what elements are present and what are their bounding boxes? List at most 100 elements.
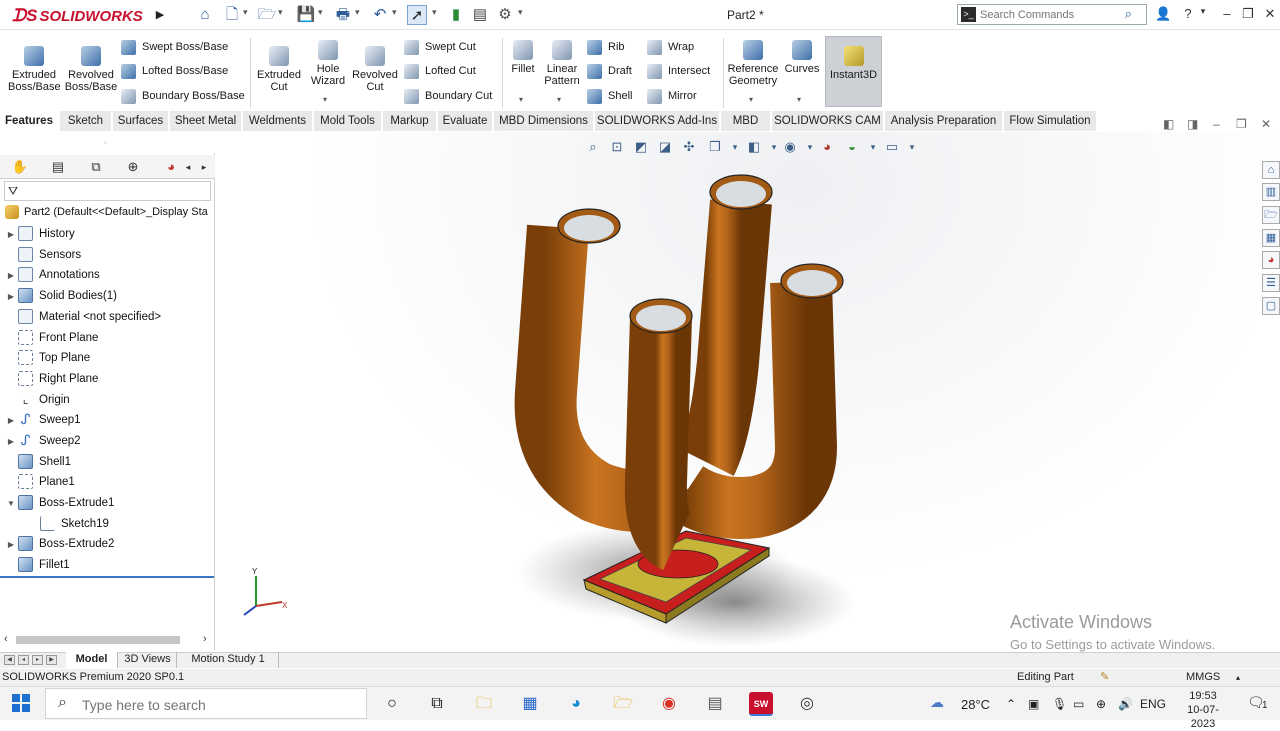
expand-arrow-icon[interactable]: ▶ xyxy=(4,266,18,285)
linear-pattern-button[interactable]: Linear Pattern xyxy=(541,40,583,87)
tree-horizontal-scrollbar[interactable]: ‹ › xyxy=(4,633,212,647)
lofted-cut-button[interactable]: Lofted Cut xyxy=(404,61,476,81)
tree-item-right-plane[interactable]: Right Plane xyxy=(4,370,98,389)
tree-item-annotations[interactable]: ▶ Annotations xyxy=(4,266,100,285)
view-settings-icon[interactable]: ▭ xyxy=(883,139,901,155)
hole-wizard-button[interactable]: Hole Wizard xyxy=(306,40,350,87)
tab-3d-views[interactable]: 3D Views xyxy=(119,652,177,668)
view-orientation-icon[interactable]: ❒ xyxy=(706,139,724,155)
section-view-icon[interactable]: ◪ xyxy=(656,139,674,155)
chevron-down-icon[interactable]: ▾ xyxy=(432,7,437,18)
taskbar-search-input[interactable] xyxy=(82,696,352,713)
tree-item-history[interactable]: ▶ History xyxy=(4,225,75,244)
folder-app-icon[interactable]: 🗁 xyxy=(611,692,635,716)
microsoft-store-icon[interactable]: ▦ xyxy=(518,692,542,716)
3d-model-view[interactable]: Y X xyxy=(216,132,1280,652)
temperature-label[interactable]: 28°C xyxy=(961,697,990,712)
extruded-cut-button[interactable]: Extruded Cut xyxy=(254,46,304,93)
tree-item-sweep1[interactable]: ▶ ᔑ Sweep1 xyxy=(4,411,81,430)
dynamic-annotation-icon[interactable]: ✣ xyxy=(680,139,698,155)
chevron-down-icon[interactable]: ▾ xyxy=(903,139,921,155)
dimxpert-manager-tab-icon[interactable]: ⊕ xyxy=(119,157,147,177)
restore-icon[interactable]: ❐ xyxy=(1240,6,1256,22)
edge-browser-icon[interactable]: ◕ xyxy=(564,692,588,716)
search-commands[interactable]: >_ ⌕ xyxy=(957,4,1147,25)
scroll-left-icon[interactable]: ‹ xyxy=(4,633,8,645)
zoom-to-area-icon[interactable]: ⊡ xyxy=(608,139,626,155)
tab-features[interactable]: Features xyxy=(0,111,59,131)
boundary-cut-button[interactable]: Boundary Cut xyxy=(404,86,492,106)
panel-grip-icon[interactable]: ◦ xyxy=(104,138,107,147)
design-library-icon[interactable]: ▥ xyxy=(1262,183,1280,201)
print-icon[interactable]: 🖶 xyxy=(333,5,353,25)
chevron-down-icon[interactable]: ▾ xyxy=(392,7,397,18)
extruded-boss-button[interactable]: Extruded Boss/Base xyxy=(8,46,61,93)
apply-scene-icon[interactable]: ◒ xyxy=(843,139,861,155)
display-style-icon[interactable]: ◧ xyxy=(745,139,763,155)
doc-restore-icon[interactable]: ❐ xyxy=(1236,117,1247,131)
hide-show-items-icon[interactable]: ◉ xyxy=(781,139,799,155)
chevron-up-icon[interactable]: ▴ xyxy=(1236,669,1240,686)
last-tab-icon[interactable]: ▶ xyxy=(46,655,57,665)
next-tab-icon[interactable]: ▸ xyxy=(32,655,43,665)
new-document-icon[interactable]: 🗋 xyxy=(222,5,242,25)
chevron-down-icon[interactable]: ▾ xyxy=(355,7,360,18)
cortana-icon[interactable]: ○ xyxy=(380,692,404,716)
wrap-button[interactable]: Wrap xyxy=(647,37,694,57)
tree-item-solid-bodies[interactable]: ▶ Solid Bodies(1) xyxy=(4,287,117,306)
weather-icon[interactable]: ☁ xyxy=(930,694,944,711)
chevron-down-icon[interactable]: ▾ xyxy=(278,7,283,18)
close-icon[interactable]: ✕ xyxy=(1262,6,1278,22)
configuration-manager-tab-icon[interactable]: ⧉ xyxy=(82,157,110,177)
collapse-arrow-icon[interactable]: ▼ xyxy=(4,494,18,513)
tab-mold-tools[interactable]: Mold Tools xyxy=(314,111,382,131)
draft-button[interactable]: Draft xyxy=(587,61,632,81)
first-tab-icon[interactable]: ◀ xyxy=(4,655,15,665)
instant3d-label-group[interactable]: Instant3D xyxy=(826,46,881,81)
tab-analysis-preparation[interactable]: Analysis Preparation xyxy=(885,111,1003,131)
tab-flow-simulation[interactable]: Flow Simulation xyxy=(1004,111,1097,131)
tree-item-sketch19[interactable]: Sketch19 xyxy=(26,515,109,534)
edit-appearance-icon[interactable]: ◕ xyxy=(818,139,836,155)
tree-item-material[interactable]: Material <not specified> xyxy=(4,308,161,327)
open-folder-icon[interactable]: 🗁 xyxy=(257,5,277,25)
file-explorer-app-icon[interactable]: 🗀 xyxy=(472,692,496,716)
tab-markup[interactable]: Markup xyxy=(383,111,437,131)
swept-boss-button[interactable]: Swept Boss/Base xyxy=(121,37,228,57)
view-palette-icon[interactable]: ▦ xyxy=(1262,229,1280,247)
revolved-boss-button[interactable]: Revolved Boss/Base xyxy=(64,46,118,93)
menu-expand-icon[interactable]: ▶ xyxy=(150,5,170,25)
swept-cut-button[interactable]: Swept Cut xyxy=(404,37,476,57)
expand-arrow-icon[interactable]: ▶ xyxy=(4,432,18,451)
solidworks-logo[interactable]: ᗪS SOLIDWORKS xyxy=(12,6,143,26)
units-selector[interactable]: MMGS xyxy=(1186,669,1220,686)
tab-sketch[interactable]: Sketch xyxy=(60,111,112,131)
doc-close-icon[interactable]: ✕ xyxy=(1261,117,1271,131)
boundary-boss-button[interactable]: Boundary Boss/Base xyxy=(121,86,245,106)
rib-button[interactable]: Rib xyxy=(587,37,625,57)
tab-sheet-metal[interactable]: Sheet Metal xyxy=(170,111,242,131)
custom-properties-icon[interactable]: ☰ xyxy=(1262,274,1280,292)
chevron-down-icon[interactable]: ▾ xyxy=(864,139,882,155)
chevron-down-icon[interactable]: ▾ xyxy=(318,7,323,18)
options-gear-icon[interactable]: ⚙ xyxy=(495,5,515,25)
chevron-down-icon[interactable]: ▾ xyxy=(518,7,523,18)
file-properties-icon[interactable]: ▤ xyxy=(470,5,490,25)
system-clock[interactable]: 19:53 10-07-2023 xyxy=(1176,689,1230,731)
tile-left-icon[interactable]: ◧ xyxy=(1163,117,1174,131)
tray-chevron-up-icon[interactable]: ⌃ xyxy=(1006,697,1016,711)
expand-arrow-icon[interactable]: ▶ xyxy=(4,287,18,306)
tab-surfaces[interactable]: Surfaces xyxy=(113,111,169,131)
chrome-browser-icon[interactable]: ◉ xyxy=(657,692,681,716)
tree-item-top-plane[interactable]: Top Plane xyxy=(4,349,90,368)
appearances-icon[interactable]: ◕ xyxy=(1262,251,1280,269)
battery-icon[interactable]: ▭ xyxy=(1073,697,1084,711)
tree-filter[interactable]: ⛛ xyxy=(4,181,211,201)
chevron-down-icon[interactable]: ▾ xyxy=(797,95,801,104)
tree-item-sensors[interactable]: Sensors xyxy=(4,246,81,265)
rebuild-status-icon[interactable]: ✎ xyxy=(1100,669,1109,686)
tree-item-fillet1[interactable]: Fillet1 xyxy=(4,556,70,575)
save-icon[interactable]: 💾 xyxy=(296,5,316,25)
property-manager-tab-icon[interactable]: ▤ xyxy=(44,157,72,177)
scrollbar-thumb[interactable] xyxy=(16,636,180,644)
